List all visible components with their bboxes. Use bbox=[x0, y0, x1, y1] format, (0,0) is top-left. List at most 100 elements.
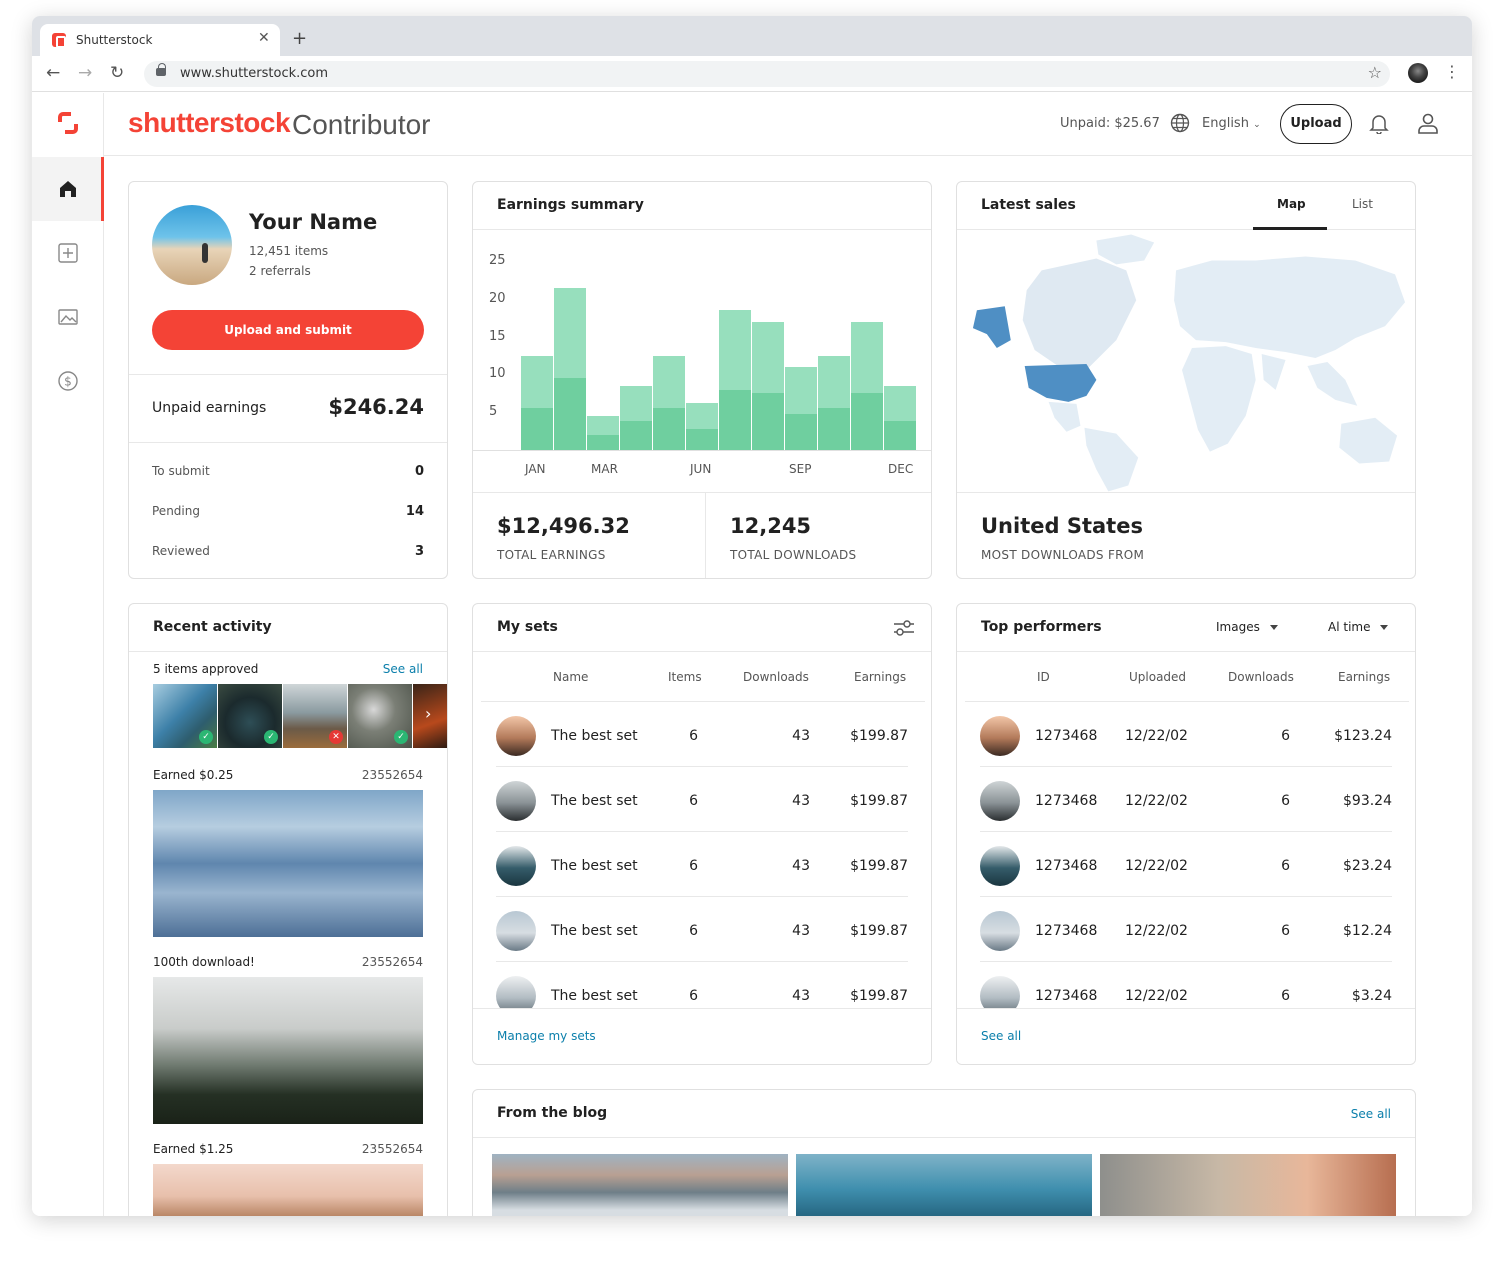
table-row[interactable]: The best set 6 43 $199.87 bbox=[496, 767, 908, 832]
row-thumbnail bbox=[980, 846, 1020, 886]
user-icon[interactable] bbox=[1416, 111, 1440, 135]
bookmark-star-icon[interactable]: ☆ bbox=[1368, 63, 1382, 82]
cell-items: 6 bbox=[689, 988, 698, 1004]
blog-post-image[interactable] bbox=[492, 1154, 788, 1216]
chart-bar-segment[interactable] bbox=[719, 389, 751, 450]
chart-bar-segment[interactable] bbox=[653, 408, 685, 450]
table-row[interactable]: The best set 6 43 $199.87 bbox=[496, 702, 908, 767]
col-header-name[interactable]: Name bbox=[553, 670, 588, 684]
stat-label: Pending bbox=[152, 504, 200, 518]
table-row[interactable]: 1273468 12/22/02 6 $23.24 bbox=[980, 832, 1392, 897]
stat-row-pending[interactable]: Pending 14 bbox=[152, 504, 424, 524]
manage-sets-link[interactable]: Manage my sets bbox=[497, 1029, 596, 1043]
total-downloads-label: TOTAL DOWNLOADS bbox=[730, 548, 857, 562]
browser-window: Shutterstock ✕ + ← → ↻ www.shutterstock.… bbox=[32, 16, 1472, 1216]
time-filter-dropdown[interactable]: Al time bbox=[1328, 620, 1388, 634]
cell-earnings: $199.87 bbox=[850, 988, 908, 1004]
thumbnail[interactable]: ✓ bbox=[153, 684, 217, 748]
chart-bar-segment[interactable] bbox=[686, 428, 718, 450]
reload-icon[interactable]: ↻ bbox=[110, 63, 124, 83]
chart-bar-segment[interactable] bbox=[851, 393, 883, 450]
bell-icon[interactable] bbox=[1368, 112, 1390, 134]
col-header-uploaded[interactable]: Uploaded bbox=[1129, 670, 1186, 684]
chart-bar-segment[interactable] bbox=[818, 408, 850, 450]
stat-row-reviewed[interactable]: Reviewed 3 bbox=[152, 544, 424, 564]
url-field[interactable]: www.shutterstock.com ☆ bbox=[144, 61, 1390, 87]
new-tab-icon[interactable]: + bbox=[292, 28, 307, 49]
row-thumbnail bbox=[496, 846, 536, 886]
more-thumbnails-button[interactable]: › bbox=[413, 684, 447, 748]
upload-button[interactable]: Upload bbox=[1280, 104, 1352, 144]
forward-icon[interactable]: → bbox=[78, 63, 92, 83]
browser-tab[interactable]: Shutterstock ✕ bbox=[40, 24, 280, 56]
stat-row-to-submit[interactable]: To submit 0 bbox=[152, 464, 424, 484]
thumbnail[interactable]: ✓ bbox=[218, 684, 282, 748]
table-row[interactable]: The best set 6 43 $199.87 bbox=[496, 832, 908, 897]
blog-post-image[interactable] bbox=[796, 1154, 1092, 1216]
see-all-top-link[interactable]: See all bbox=[981, 1029, 1021, 1043]
chart-bar-segment[interactable] bbox=[587, 434, 619, 450]
tab-title: Shutterstock bbox=[76, 33, 153, 47]
app-header: shutterstock Contributor Unpaid: $25.67 … bbox=[104, 93, 1472, 156]
browser-menu-icon[interactable]: ⋮ bbox=[1444, 62, 1460, 81]
unpaid-balance: Unpaid: $25.67 bbox=[1060, 116, 1160, 131]
table-row[interactable]: 1273468 12/22/02 6 $93.24 bbox=[980, 767, 1392, 832]
stat-value: 3 bbox=[414, 544, 424, 559]
chart-bar-segment[interactable] bbox=[620, 421, 652, 450]
profile-items: 12,451 items bbox=[249, 244, 329, 258]
chart-bar-segment[interactable] bbox=[884, 421, 916, 450]
table-row[interactable]: 1273468 12/22/02 6 $123.24 bbox=[980, 702, 1392, 767]
language-select[interactable]: English ⌄ bbox=[1202, 116, 1261, 131]
blog-post-image[interactable] bbox=[1100, 1154, 1396, 1216]
chart-bar-segment[interactable] bbox=[752, 393, 784, 450]
profile-avatar-icon[interactable] bbox=[1408, 63, 1428, 83]
upload-and-submit-button[interactable]: Upload and submit bbox=[152, 310, 424, 350]
url-text: www.shutterstock.com bbox=[180, 66, 329, 81]
thumbnail[interactable]: ✓ bbox=[348, 684, 412, 748]
rejected-x-icon: ✕ bbox=[329, 730, 343, 744]
chart-bar-segment[interactable] bbox=[554, 378, 586, 450]
language-label: English bbox=[1202, 116, 1249, 131]
total-downloads-value: 12,245 bbox=[730, 514, 812, 538]
back-icon[interactable]: ← bbox=[46, 63, 60, 83]
x-tick-label: MAR bbox=[591, 462, 618, 476]
table-row[interactable]: The best set 6 43 $199.87 bbox=[496, 897, 908, 962]
row-thumbnail bbox=[496, 911, 536, 951]
activity-image[interactable] bbox=[153, 1164, 423, 1216]
table-row[interactable]: 1273468 12/22/02 6 $12.24 bbox=[980, 897, 1392, 962]
col-header-earnings[interactable]: Earnings bbox=[854, 670, 906, 684]
sidebar-item-portfolio[interactable] bbox=[32, 285, 104, 349]
col-header-earnings[interactable]: Earnings bbox=[1338, 670, 1390, 684]
col-header-id[interactable]: ID bbox=[1037, 670, 1050, 684]
see-all-blog-link[interactable]: See all bbox=[1351, 1107, 1391, 1121]
cell-earnings: $3.24 bbox=[1351, 988, 1392, 1004]
sidebar-item-submit[interactable] bbox=[32, 221, 104, 285]
add-box-icon bbox=[58, 243, 78, 263]
sidebar-item-home[interactable] bbox=[32, 157, 104, 221]
type-filter-dropdown[interactable]: Images bbox=[1216, 620, 1278, 634]
card-header: From the blog See all bbox=[473, 1090, 1415, 1138]
globe-icon[interactable] bbox=[1170, 113, 1190, 133]
close-tab-icon[interactable]: ✕ bbox=[258, 30, 270, 46]
chart-bar-segment[interactable] bbox=[785, 413, 817, 450]
tab-list[interactable]: List bbox=[1352, 197, 1373, 211]
cell-items: 6 bbox=[689, 858, 698, 874]
sidebar-item-earnings[interactable]: $ bbox=[32, 349, 104, 413]
col-header-downloads[interactable]: Downloads bbox=[743, 670, 809, 684]
col-header-downloads[interactable]: Downloads bbox=[1228, 670, 1294, 684]
brand-logo[interactable]: shutterstock bbox=[128, 107, 291, 139]
tab-map[interactable]: Map bbox=[1277, 197, 1306, 211]
see-all-activity-link[interactable]: See all bbox=[383, 662, 423, 676]
activity-image[interactable] bbox=[153, 790, 423, 937]
activity-image[interactable] bbox=[153, 977, 423, 1124]
row-thumbnail bbox=[980, 911, 1020, 951]
chart-bar-segment[interactable] bbox=[521, 408, 553, 450]
shutterstock-logo-icon[interactable] bbox=[56, 111, 80, 135]
filter-sliders-icon[interactable] bbox=[893, 618, 915, 638]
chevron-down-icon: ⌄ bbox=[1253, 120, 1261, 130]
thumbnail[interactable]: ✕ bbox=[283, 684, 347, 748]
sidebar: $ bbox=[32, 93, 104, 1216]
cell-downloads: 6 bbox=[1281, 858, 1290, 874]
total-earnings-label: TOTAL EARNINGS bbox=[497, 548, 606, 562]
col-header-items[interactable]: Items bbox=[668, 670, 702, 684]
